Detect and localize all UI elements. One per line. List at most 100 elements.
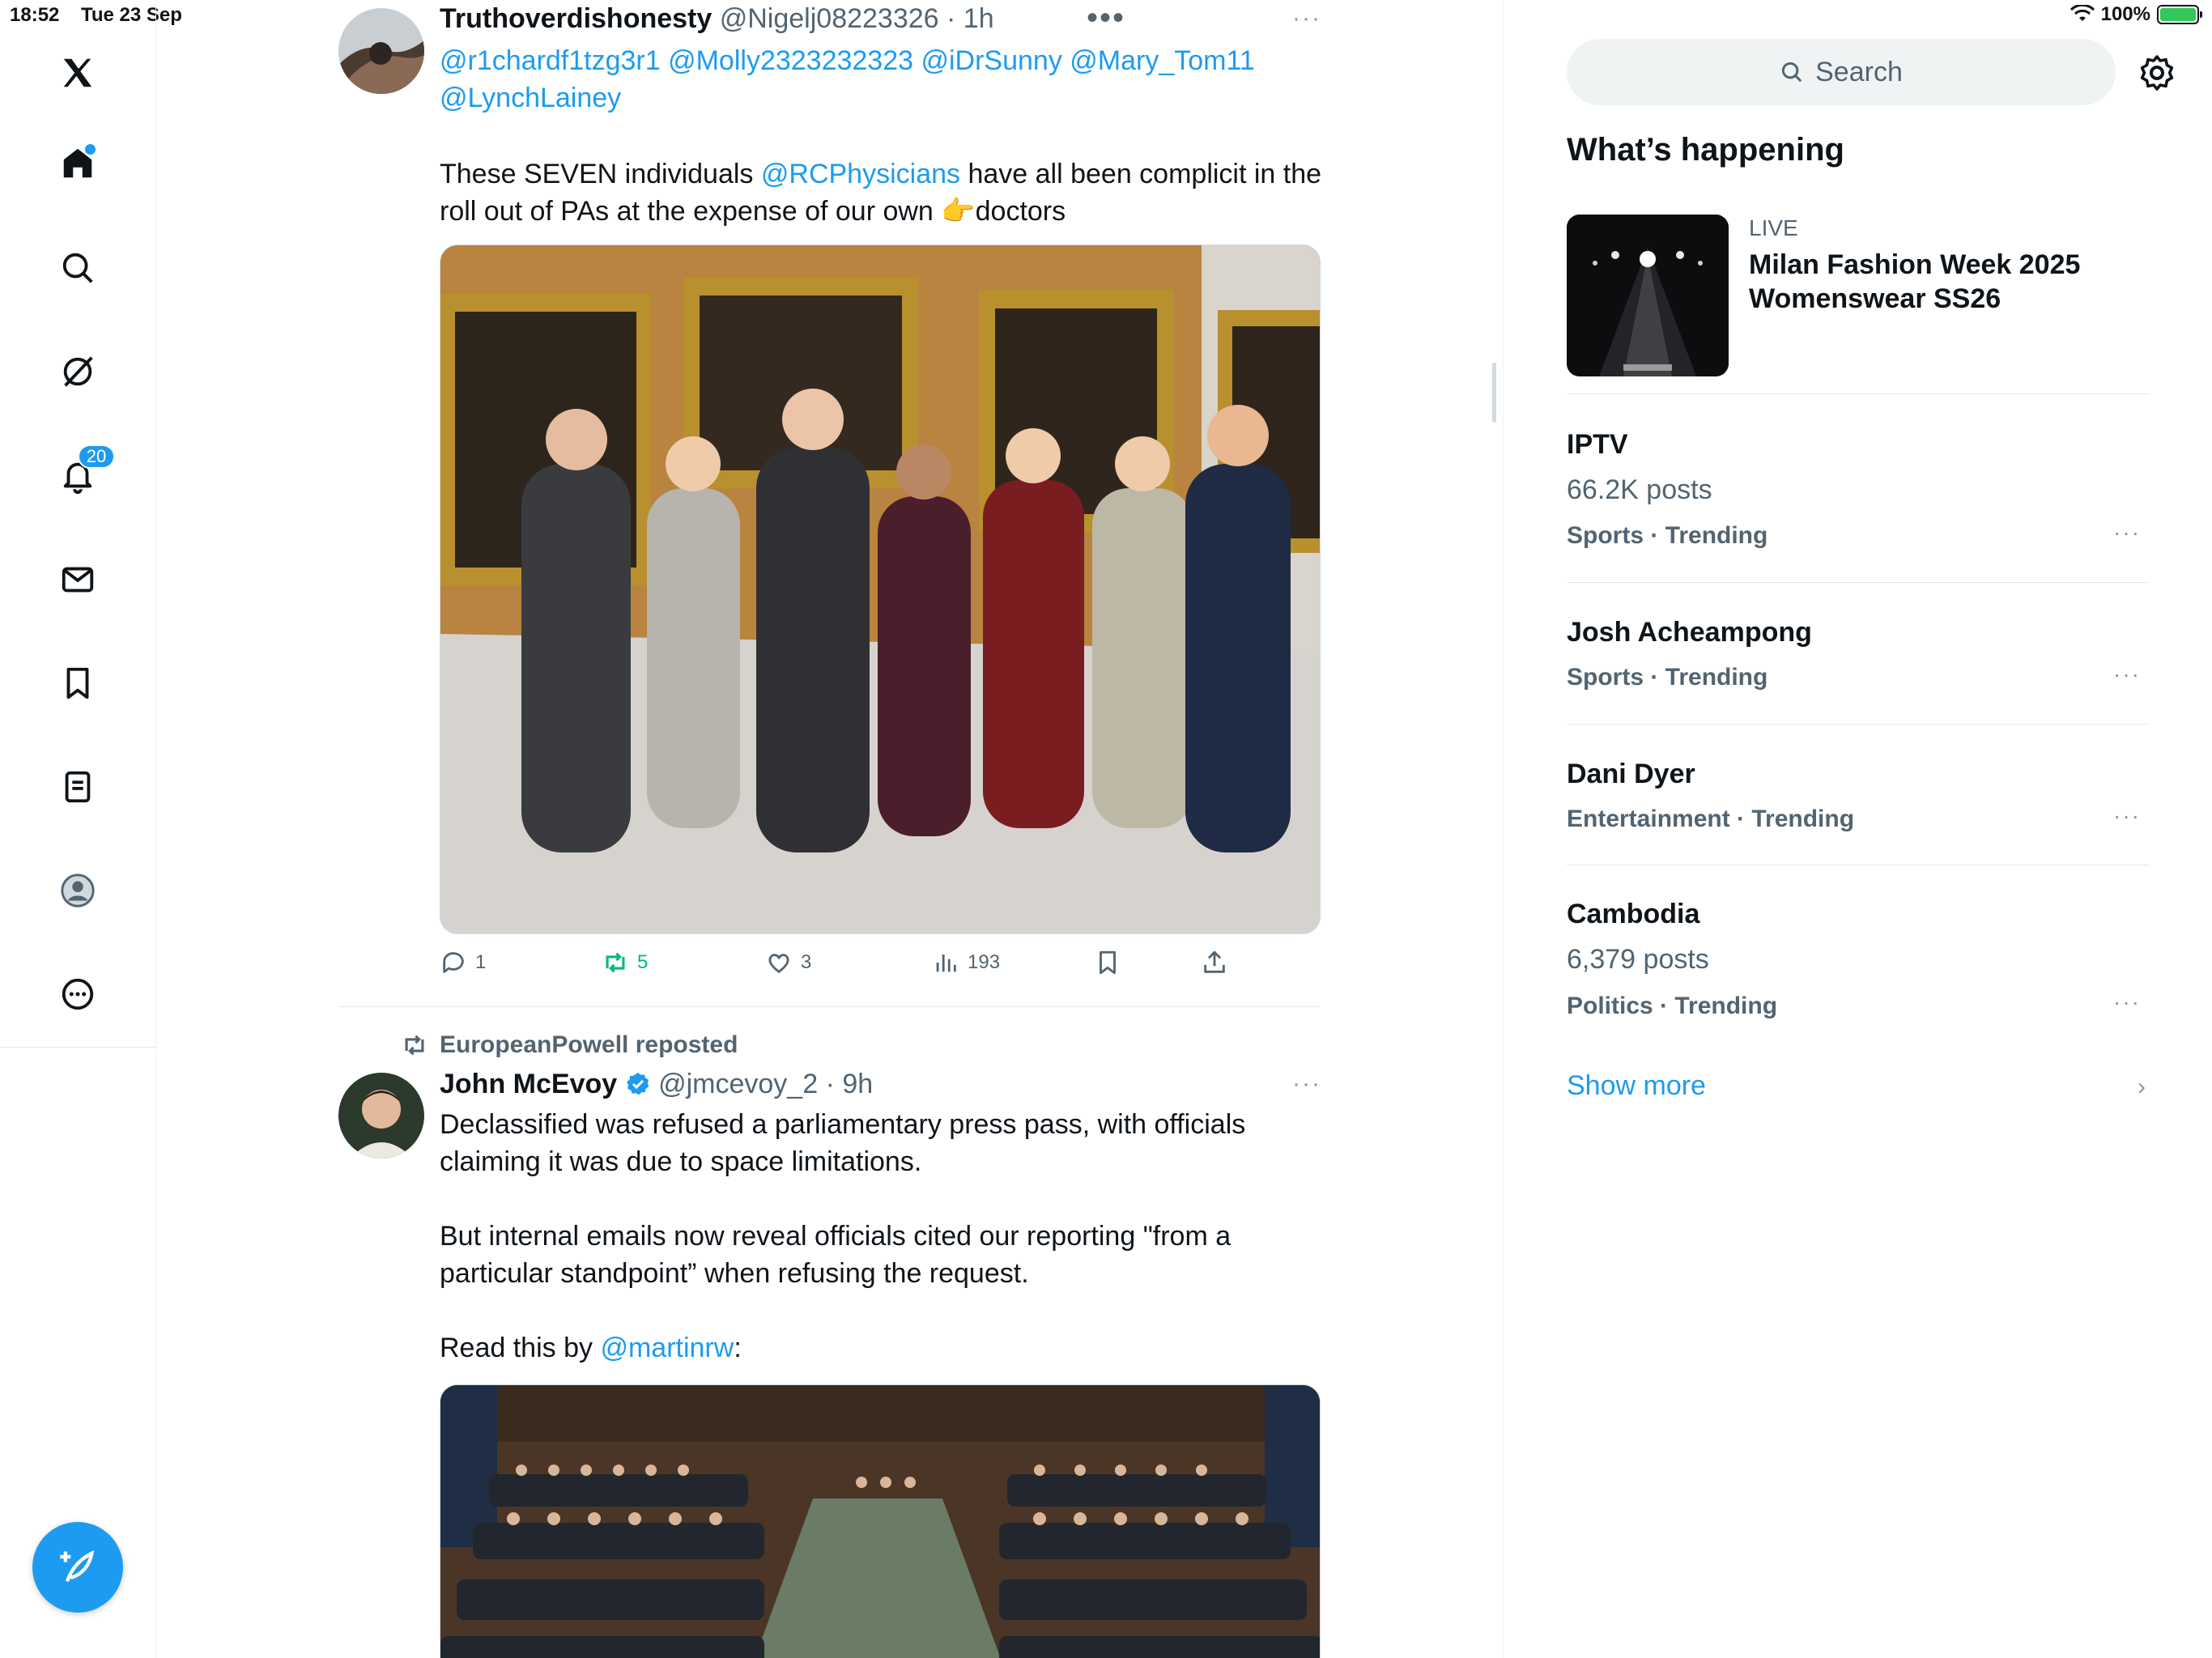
tweet1-text-link[interactable]: @RCPhysicians [761,159,960,189]
bookmark-icon [1100,950,1116,975]
home-icon[interactable] [53,139,102,188]
status-right: 100% [2069,3,2202,26]
tweet1-author-name[interactable]: Truthoverdishonesty [440,3,712,34]
reply-button[interactable]: 1 [440,949,486,976]
repost-count: 5 [637,951,649,973]
repost-indicator-icon [405,1035,424,1056]
tweet2-header: John McEvoy @jmcevoy_2 · 9h [440,1069,873,1100]
tweet2-line5-link[interactable]: @martinrw [600,1333,734,1363]
trend-4-meta: Politics · Trending [1567,993,1778,1019]
tweet1-text-line2: roll out of PAs at the expense of our ow… [440,196,1066,227]
trend-4-more-icon[interactable]: ··· [2113,989,2141,1015]
grok-icon[interactable] [53,347,102,396]
trend-4-title[interactable]: Cambodia [1567,899,1699,930]
show-more-link[interactable]: Show more [1567,1070,1706,1102]
like-count: 3 [801,951,812,973]
compose-post-button[interactable] [32,1522,123,1613]
battery-icon [2157,5,2202,24]
explore-search-icon[interactable] [53,244,102,292]
views-count: 193 [968,951,1001,973]
tweet2-line5-end: : [734,1333,742,1363]
live-event-title[interactable]: Milan Fashion Week 2025 Womenswear SS26 [1749,248,2105,316]
wifi-icon [2069,5,2095,21]
tweet1-mentions-line2[interactable]: @LynchLainey [440,79,1338,117]
tweet2-author-name[interactable]: John McEvoy [440,1069,617,1099]
tweet1-mentions: @r1chardf1tzg3r1 @Molly2323232323 @iDrSu… [440,42,1338,117]
tweet1-actions: 1 5 3 193 [440,949,1330,986]
tweet2-line3: But internal emails now reveal officials… [440,1221,1231,1252]
chevron-right-icon[interactable]: › [2138,1073,2146,1101]
tweet2-line5-text: Read this by [440,1333,601,1363]
tweet2-line4: particular standpoint” when refusing the… [440,1258,1029,1289]
trend-2-meta: Sports · Trending [1567,664,1768,691]
tweet2-body: Declassified was refused a parliamentary… [440,1106,1338,1367]
share-button[interactable] [1201,949,1228,976]
views-chart-icon [936,954,956,972]
bookmark-button[interactable] [1094,949,1121,976]
trend-2-title[interactable]: Josh Acheampong [1567,617,1812,648]
repost-button[interactable]: 5 [602,949,648,976]
profile-avatar-icon[interactable] [53,866,102,915]
tweet1-mentions-line1[interactable]: @r1chardf1tzg3r1 @Molly2323232323 @iDrSu… [440,42,1338,79]
trend-3-meta: Entertainment · Trending [1567,806,1855,832]
trend-2-more-icon[interactable]: ··· [2113,661,2141,687]
views-button[interactable]: 193 [932,949,1000,976]
tweet1-header: Truthoverdishonesty @Nigelj08223326 · 1h [440,3,994,35]
compose-feather-icon [60,1550,95,1583]
repost-icon [606,952,625,973]
tweet1-time: · 1h [946,3,994,34]
whats-happening-heading: What’s happening [1567,132,1844,168]
tweet1-author-handle[interactable]: @Nigelj08223326 [720,3,939,34]
x-logo-icon[interactable] [53,49,102,97]
search-icon [1782,62,1802,83]
more-options-icon[interactable] [53,970,102,1018]
tweet2-line2: claiming it was due to space limitations… [440,1146,922,1177]
trend-1-title[interactable]: IPTV [1567,429,1628,461]
tweet1-more-icon[interactable]: ··· [1292,5,1321,32]
feed-right-border [1503,0,1504,1658]
notifications-count-badge: 20 [78,444,115,469]
tweet2-line1: Declassified was refused a parliamentary… [440,1109,1246,1140]
messages-envelope-icon[interactable] [53,555,102,604]
tweet1-text-before: These SEVEN individuals [440,159,761,189]
trend-divider [1567,582,2150,583]
like-button[interactable]: 3 [765,949,811,976]
scroll-handle[interactable] [1492,363,1496,423]
tweet1-body: These SEVEN individuals @RCPhysicians ha… [440,155,1338,230]
tweet-separator [338,1006,1320,1007]
battery-percent: 100% [2100,3,2150,25]
trend-4-posts: 6,379 posts [1567,944,1709,975]
live-label: LIVE [1749,215,1798,240]
live-event-thumbnail[interactable] [1567,215,1729,376]
tweet1-avatar[interactable] [338,8,424,94]
verified-badge-icon [626,1073,649,1095]
heart-icon [768,954,789,973]
tweet2-photo[interactable] [440,1384,1321,1658]
tweet2-time: · 9h [825,1069,874,1099]
left-nav: 20 [0,0,156,1658]
repost-indicator-label: EuropeanPowell reposted [440,1031,738,1058]
repost-indicator[interactable]: EuropeanPowell reposted [401,1031,738,1059]
search-placeholder: Search [1815,56,1903,87]
reply-count: 1 [475,951,487,973]
settings-gear-icon[interactable] [2138,53,2176,92]
tweet2-author-handle[interactable]: @jmcevoy_2 [658,1069,818,1099]
tweet1-photo[interactable] [440,244,1321,934]
trend-3-more-icon[interactable]: ··· [2113,803,2141,829]
tweet2-more-icon[interactable]: ··· [1292,1070,1321,1098]
trend-1-meta: Sports · Trending [1567,522,1768,549]
tweet2-avatar[interactable] [338,1073,424,1158]
trend-divider [1567,393,2150,394]
trend-3-title[interactable]: Dani Dyer [1567,759,1695,790]
trend-1-posts: 66.2K posts [1567,474,1712,505]
search-input[interactable]: Search [1567,39,2116,105]
lists-icon[interactable] [53,763,102,811]
share-icon [1204,950,1225,973]
reply-icon [443,952,464,973]
bookmarks-icon[interactable] [53,659,102,708]
tweet1-text-mid: have all been complicit in the [960,159,1322,189]
trend-divider [1567,724,2150,725]
trend-1-more-icon[interactable]: ··· [2113,520,2141,546]
notifications-bell-icon[interactable]: 20 [53,444,115,500]
home-unread-dot [85,144,96,155]
